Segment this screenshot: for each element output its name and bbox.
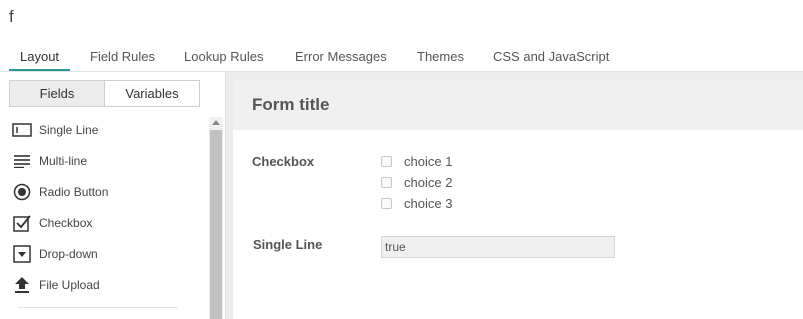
tab-bar: Layout Field Rules Lookup Rules Error Me… [0, 42, 803, 72]
choice-label: choice 3 [404, 195, 453, 211]
field-item-label: Checkbox [39, 216, 93, 230]
scroll-up-arrow-icon[interactable] [212, 120, 220, 125]
checkbox-icon [12, 213, 32, 233]
dropdown-icon [12, 244, 32, 264]
field-item-label: Multi-line [39, 154, 88, 168]
single-line-field-label: Single Line [253, 237, 323, 252]
choice-option[interactable]: choice 2 [381, 174, 452, 190]
palette-scrollbar[interactable] [209, 117, 223, 319]
tab-themes[interactable]: Themes [417, 42, 464, 70]
radio-button-icon [12, 182, 32, 202]
field-item-single-line[interactable]: Single Line [12, 119, 98, 141]
form-header[interactable]: Form title [233, 80, 803, 130]
choice-label: choice 2 [404, 174, 453, 190]
field-item-checkbox[interactable]: Checkbox [12, 212, 92, 234]
tab-lookup-rules[interactable]: Lookup Rules [184, 42, 264, 70]
scroll-thumb[interactable] [210, 130, 222, 319]
upload-icon [12, 275, 32, 295]
variables-toggle-button[interactable]: Variables [105, 81, 199, 106]
form-title: Form title [252, 95, 330, 114]
field-item-label: Radio Button [39, 185, 109, 199]
checkbox-input[interactable] [381, 176, 392, 188]
choice-option[interactable]: choice 1 [381, 153, 452, 169]
divider [18, 307, 178, 308]
field-item-drop-down[interactable]: Drop-down [12, 243, 98, 265]
tab-error-messages[interactable]: Error Messages [295, 42, 387, 70]
field-item-file-upload[interactable]: File Upload [12, 274, 100, 296]
choice-label: choice 1 [404, 153, 453, 169]
field-palette: Fields Variables Single Line Multi-line … [0, 72, 226, 319]
field-item-label: Drop-down [39, 247, 98, 261]
single-line-icon [12, 120, 32, 140]
tab-layout[interactable]: Layout [9, 42, 71, 71]
palette-toggle: Fields Variables [9, 80, 200, 107]
choice-option[interactable]: choice 3 [381, 195, 452, 211]
field-item-multi-line[interactable]: Multi-line [12, 150, 87, 172]
field-item-label: Single Line [39, 123, 99, 137]
tab-field-rules[interactable]: Field Rules [90, 42, 155, 70]
multi-line-icon [12, 151, 32, 171]
checkbox-input[interactable] [381, 155, 392, 167]
tab-css-javascript[interactable]: CSS and JavaScript [493, 42, 609, 70]
form-name: f [9, 7, 14, 26]
single-line-input[interactable]: true [381, 236, 615, 258]
field-item-label: File Upload [39, 278, 100, 292]
field-item-radio-button[interactable]: Radio Button [12, 181, 108, 203]
form-preview: Form title Checkbox choice 1 choice 2 ch… [233, 80, 803, 319]
checkbox-field-label: Checkbox [252, 154, 315, 169]
checkbox-input[interactable] [381, 197, 392, 209]
fields-toggle-button[interactable]: Fields [10, 81, 105, 106]
